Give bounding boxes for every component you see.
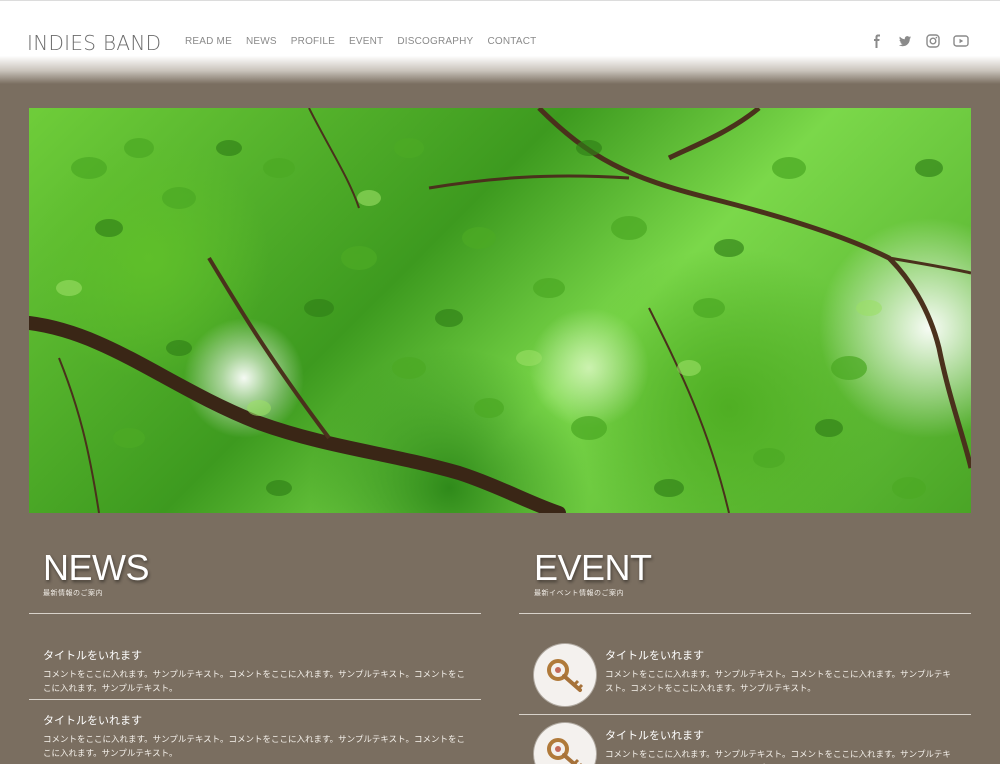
event-title: EVENT: [534, 547, 652, 588]
event-thumbnail[interactable]: [534, 644, 596, 706]
key-icon: [547, 659, 584, 692]
instagram-icon[interactable]: [925, 33, 941, 49]
event-subtitle: 最新イベント情報のご案内: [534, 589, 624, 597]
nav-read-me[interactable]: READ ME: [185, 36, 232, 47]
youtube-icon[interactable]: [953, 33, 969, 49]
event-item-title[interactable]: タイトルをいれます: [605, 647, 957, 663]
hero-image: [29, 108, 971, 513]
nav-news[interactable]: NEWS: [246, 36, 277, 47]
twitter-icon[interactable]: [897, 33, 913, 49]
nav-profile[interactable]: PROFILE: [291, 36, 335, 47]
event-item[interactable]: タイトルをいれます コメントをここに入れます。サンプルテキスト。コメントをここに…: [519, 715, 971, 764]
event-item-text: コメントをここに入れます。サンプルテキスト。コメントをここに入れます。サンプルテ…: [605, 750, 951, 760]
news-item-text: コメントをここに入れます。サンプルテキスト。コメントをここに入れます。サンプルテ…: [43, 670, 465, 694]
news-item-title[interactable]: タイトルをいれます: [43, 647, 467, 663]
facebook-icon[interactable]: [869, 33, 885, 49]
site-header: INDIES BAND READ ME NEWS PROFILE EVENT D…: [0, 0, 1000, 84]
event-section: EVENT 最新イベント情報のご案内 タイトルをいれます コメントをここに入れま…: [519, 548, 971, 764]
news-item[interactable]: タイトルをいれます コメントをここに入れます。サンプルテキスト。コメントをここに…: [29, 700, 481, 764]
site-logo[interactable]: INDIES BAND: [27, 31, 161, 55]
tree-branches: [29, 108, 971, 513]
news-subtitle: 最新情報のご案内: [43, 589, 103, 597]
event-item-title[interactable]: タイトルをいれます: [605, 727, 957, 743]
main-nav: READ ME NEWS PROFILE EVENT DISCOGRAPHY C…: [185, 36, 536, 47]
key-icon: [547, 738, 582, 764]
nav-discography[interactable]: DISCOGRAPHY: [397, 36, 473, 47]
nav-event[interactable]: EVENT: [349, 36, 383, 47]
event-item[interactable]: タイトルをいれます コメントをここに入れます。サンプルテキスト。コメントをここに…: [519, 614, 971, 714]
news-title: NEWS: [43, 547, 150, 588]
event-thumbnail[interactable]: [534, 723, 596, 764]
event-item-text: コメントをここに入れます。サンプルテキスト。コメントをここに入れます。サンプルテ…: [605, 670, 951, 694]
news-section: NEWS 最新情報のご案内 タイトルをいれます コメントをここに入れます。サンプ…: [29, 548, 481, 764]
news-item[interactable]: タイトルをいれます コメントをここに入れます。サンプルテキスト。コメントをここに…: [29, 614, 481, 699]
news-item-text: コメントをここに入れます。サンプルテキスト。コメントをここに入れます。サンプルテ…: [43, 735, 465, 759]
news-item-title[interactable]: タイトルをいれます: [43, 712, 467, 728]
nav-contact[interactable]: CONTACT: [487, 36, 536, 47]
social-links: [869, 33, 969, 49]
